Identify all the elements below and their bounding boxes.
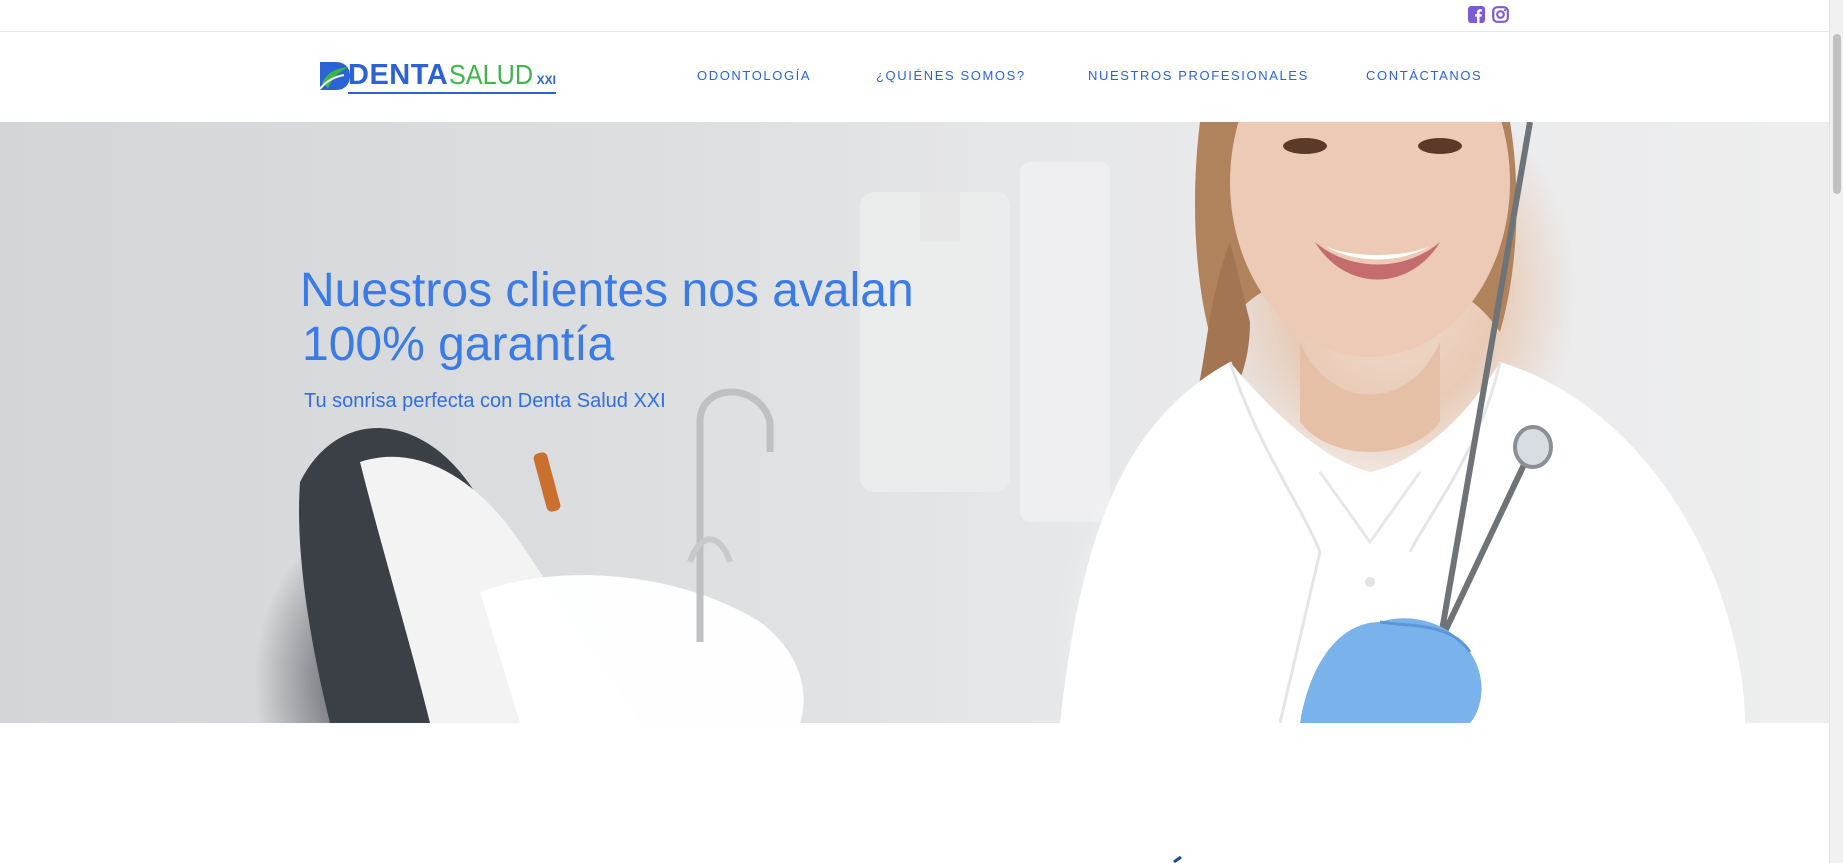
hero-title-line1: Nuestros clientes nos avalan	[300, 264, 914, 317]
logo-underline	[348, 91, 556, 94]
hero-banner: Nuestros clientes nos avalan 100% garant…	[0, 122, 1829, 723]
nav-item-quienes-somos[interactable]: ¿QUIÉNES SOMOS?	[876, 68, 1026, 83]
hero-subtitle: Tu sonrisa perfecta con Denta Salud XXI	[304, 390, 666, 412]
nav-item-contactanos[interactable]: CONTÁCTANOS	[1366, 68, 1482, 83]
scrollbar-thumb[interactable]	[1833, 34, 1841, 194]
logo-xxi-text: XXI	[536, 72, 556, 87]
hero-title-line2: 100% garantía	[302, 318, 615, 371]
nav-item-nuestros-profesionales[interactable]: NUESTROS PROFESIONALES	[1088, 68, 1309, 83]
instagram-icon[interactable]	[1491, 5, 1510, 24]
logo-mark-icon	[318, 59, 352, 91]
denta-salud-logo[interactable]: DENTA SALUD XXI	[318, 57, 556, 94]
vertical-scrollbar[interactable]	[1829, 0, 1843, 863]
nav-item-odontologia[interactable]: ODONTOLOGÍA	[697, 68, 811, 83]
logo-denta-text: DENTA	[348, 58, 449, 91]
content-section-below	[0, 723, 1829, 863]
hero-title: Nuestros clientes nos avalan 100% garant…	[300, 264, 914, 372]
main-navbar: DENTA SALUD XXI ODONTOLOGÍA ¿QUIÉNES SOM…	[0, 32, 1829, 122]
hero-photo	[299, 122, 1745, 723]
top-bar	[0, 0, 1829, 32]
heading-accent-fragment	[1173, 856, 1182, 863]
facebook-icon[interactable]	[1467, 5, 1486, 24]
logo-salud-text: SALUD	[449, 58, 534, 90]
